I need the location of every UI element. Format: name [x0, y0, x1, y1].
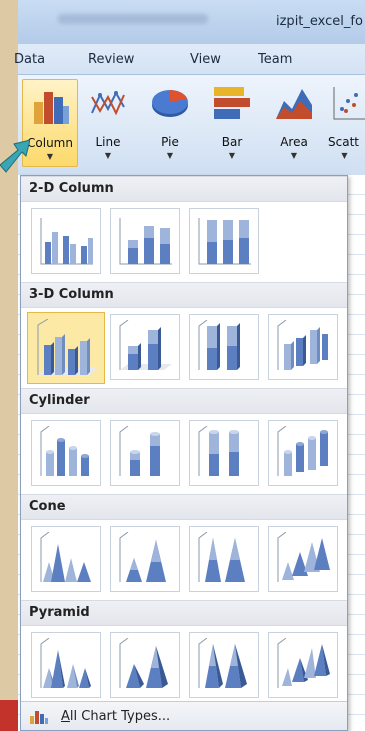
100-stacked-cone-icon	[198, 532, 245, 582]
section-header-pyramid: Pyramid	[21, 600, 347, 626]
tab-review[interactable]: Review	[88, 52, 134, 67]
section-header-cylinder: Cylinder	[21, 388, 347, 414]
column-label: Column	[27, 136, 73, 150]
chevron-down-icon: ▼	[104, 151, 112, 160]
stacked-column-thumb[interactable]	[110, 208, 180, 274]
3d-cylinder-icon	[277, 426, 328, 476]
100-stacked-pyramid-thumb[interactable]	[189, 632, 259, 698]
scatter-chart-icon	[330, 83, 365, 123]
clustered-column-icon	[40, 218, 93, 265]
3d-clustered-column-thumb[interactable]	[27, 312, 105, 384]
100-stacked-cylinder-thumb[interactable]	[189, 420, 259, 486]
line-chart-icon	[88, 83, 128, 123]
stacked-cone-icon	[119, 532, 166, 582]
area-label: Area	[280, 135, 308, 149]
100-stacked-column-thumb[interactable]	[189, 208, 259, 274]
clustered-pyramid-thumb[interactable]	[31, 632, 101, 698]
100-stacked-column-icon	[198, 218, 251, 265]
100-stacked-cylinder-icon	[198, 426, 239, 476]
bar-label: Bar	[221, 135, 243, 149]
100-stacked-cone-thumb[interactable]	[189, 526, 259, 592]
window-title: izpit_excel_fo	[276, 14, 363, 29]
pie-chart-icon	[150, 83, 190, 123]
column-chart-gallery: 2-D Column 3-D Column Cylinder Cone Pyra…	[20, 175, 348, 731]
section-header-cone: Cone	[21, 494, 347, 520]
section-pyramid	[21, 626, 347, 706]
clustered-cylinder-icon	[40, 426, 89, 476]
3d-cone-thumb[interactable]	[268, 526, 338, 592]
column-chart-button[interactable]: Column ▼	[22, 79, 78, 167]
stacked-cylinder-thumb[interactable]	[110, 420, 180, 486]
clustered-column-thumb[interactable]	[31, 208, 101, 274]
clustered-cone-icon	[40, 532, 91, 582]
area-chart-button[interactable]: Area ▼	[266, 79, 322, 167]
clustered-pyramid-icon	[40, 638, 91, 688]
line-label: Line	[95, 135, 121, 149]
3d-clustered-column-icon	[37, 319, 98, 375]
section-2d-column	[21, 202, 347, 282]
column-chart-icon	[30, 84, 70, 124]
chevron-down-icon: ▼	[341, 151, 348, 160]
3d-column-icon	[277, 320, 328, 370]
tab-view[interactable]: View	[190, 52, 221, 67]
chevron-down-icon: ▼	[166, 151, 174, 160]
100-stacked-pyramid-icon	[198, 638, 247, 688]
section-header-2d-column: 2-D Column	[21, 176, 347, 202]
3d-stacked-column-icon	[119, 320, 172, 370]
bar-chart-button[interactable]: Bar ▼	[204, 79, 260, 167]
3d-100-stacked-column-icon	[198, 320, 240, 370]
scatter-chart-button[interactable]: Scatt ▼	[324, 79, 365, 167]
chevron-down-icon: ▼	[228, 151, 236, 160]
tab-data[interactable]: Data	[14, 52, 45, 67]
stacked-pyramid-thumb[interactable]	[110, 632, 180, 698]
line-chart-button[interactable]: Line ▼	[80, 79, 136, 167]
area-chart-icon	[274, 83, 314, 123]
3d-cylinder-thumb[interactable]	[268, 420, 338, 486]
all-chart-types-label: All Chart Types...	[61, 709, 171, 724]
bar-chart-icon	[212, 83, 252, 123]
3d-column-thumb[interactable]	[268, 314, 338, 380]
stacked-column-icon	[119, 218, 172, 265]
pie-label: Pie	[161, 135, 179, 149]
stacked-cone-thumb[interactable]	[110, 526, 180, 592]
ribbon-tabs: Data Review View Team	[14, 44, 365, 75]
3d-100-stacked-column-thumb[interactable]	[189, 314, 259, 380]
3d-cone-icon	[277, 532, 330, 582]
all-chart-types-button[interactable]: All Chart Types...	[21, 701, 347, 730]
pie-chart-button[interactable]: Pie ▼	[142, 79, 198, 167]
chevron-down-icon: ▼	[290, 151, 298, 160]
tab-team[interactable]: Team	[258, 52, 292, 67]
3d-stacked-column-thumb[interactable]	[110, 314, 180, 380]
ribbon-charts-group: Column ▼ Line ▼ Pie ▼ Bar ▼ Area ▼ Scatt…	[18, 75, 365, 175]
scatter-label: Scatt	[328, 135, 359, 149]
sheet-tab-corner	[0, 700, 18, 731]
section-header-3d-column: 3-D Column	[21, 282, 347, 308]
chevron-down-icon: ▼	[46, 152, 54, 161]
column-chart-icon	[30, 711, 48, 724]
section-cone	[21, 520, 347, 600]
clustered-cylinder-thumb[interactable]	[31, 420, 101, 486]
stacked-pyramid-icon	[119, 638, 168, 688]
3d-pyramid-icon	[277, 638, 330, 688]
section-3d-column	[21, 308, 347, 388]
section-cylinder	[21, 414, 347, 494]
clustered-cone-thumb[interactable]	[31, 526, 101, 592]
stacked-cylinder-icon	[119, 426, 160, 476]
title-bar: izpit_excel_fo	[18, 0, 365, 44]
blurred-title-region	[58, 14, 208, 24]
3d-pyramid-thumb[interactable]	[268, 632, 338, 698]
